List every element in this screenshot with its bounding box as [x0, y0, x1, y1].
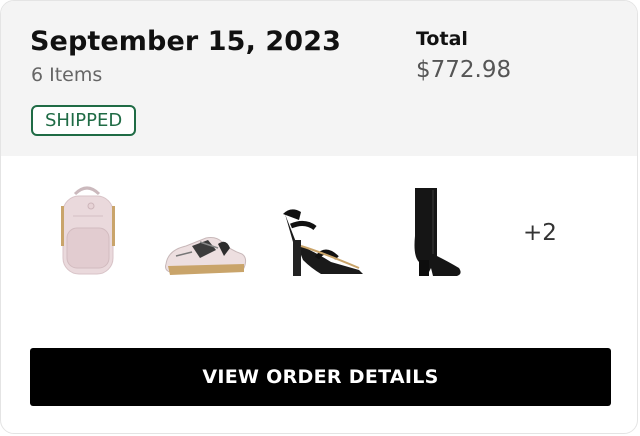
- product-thumb-boot[interactable]: [391, 176, 487, 286]
- boot-icon: [414, 188, 461, 276]
- order-item-count: 6 Items: [31, 64, 103, 86]
- backpack-icon: [61, 186, 115, 275]
- product-thumb-sneaker[interactable]: [156, 176, 252, 286]
- sneaker-icon: [165, 237, 247, 275]
- status-badge: SHIPPED: [31, 105, 137, 136]
- more-items-count[interactable]: +2: [523, 220, 557, 246]
- order-header: September 15, 2023 6 Items SHIPPED Total…: [1, 1, 637, 156]
- order-card: September 15, 2023 6 Items SHIPPED Total…: [0, 0, 638, 434]
- total-label: Total: [416, 28, 468, 50]
- product-thumb-backpack[interactable]: [39, 176, 135, 286]
- total-value: $772.98: [416, 57, 512, 83]
- product-thumb-sandal[interactable]: [271, 176, 367, 286]
- order-date: September 15, 2023: [30, 26, 341, 57]
- sandal-icon: [283, 209, 363, 276]
- view-order-details-button[interactable]: VIEW ORDER DETAILS: [30, 348, 611, 406]
